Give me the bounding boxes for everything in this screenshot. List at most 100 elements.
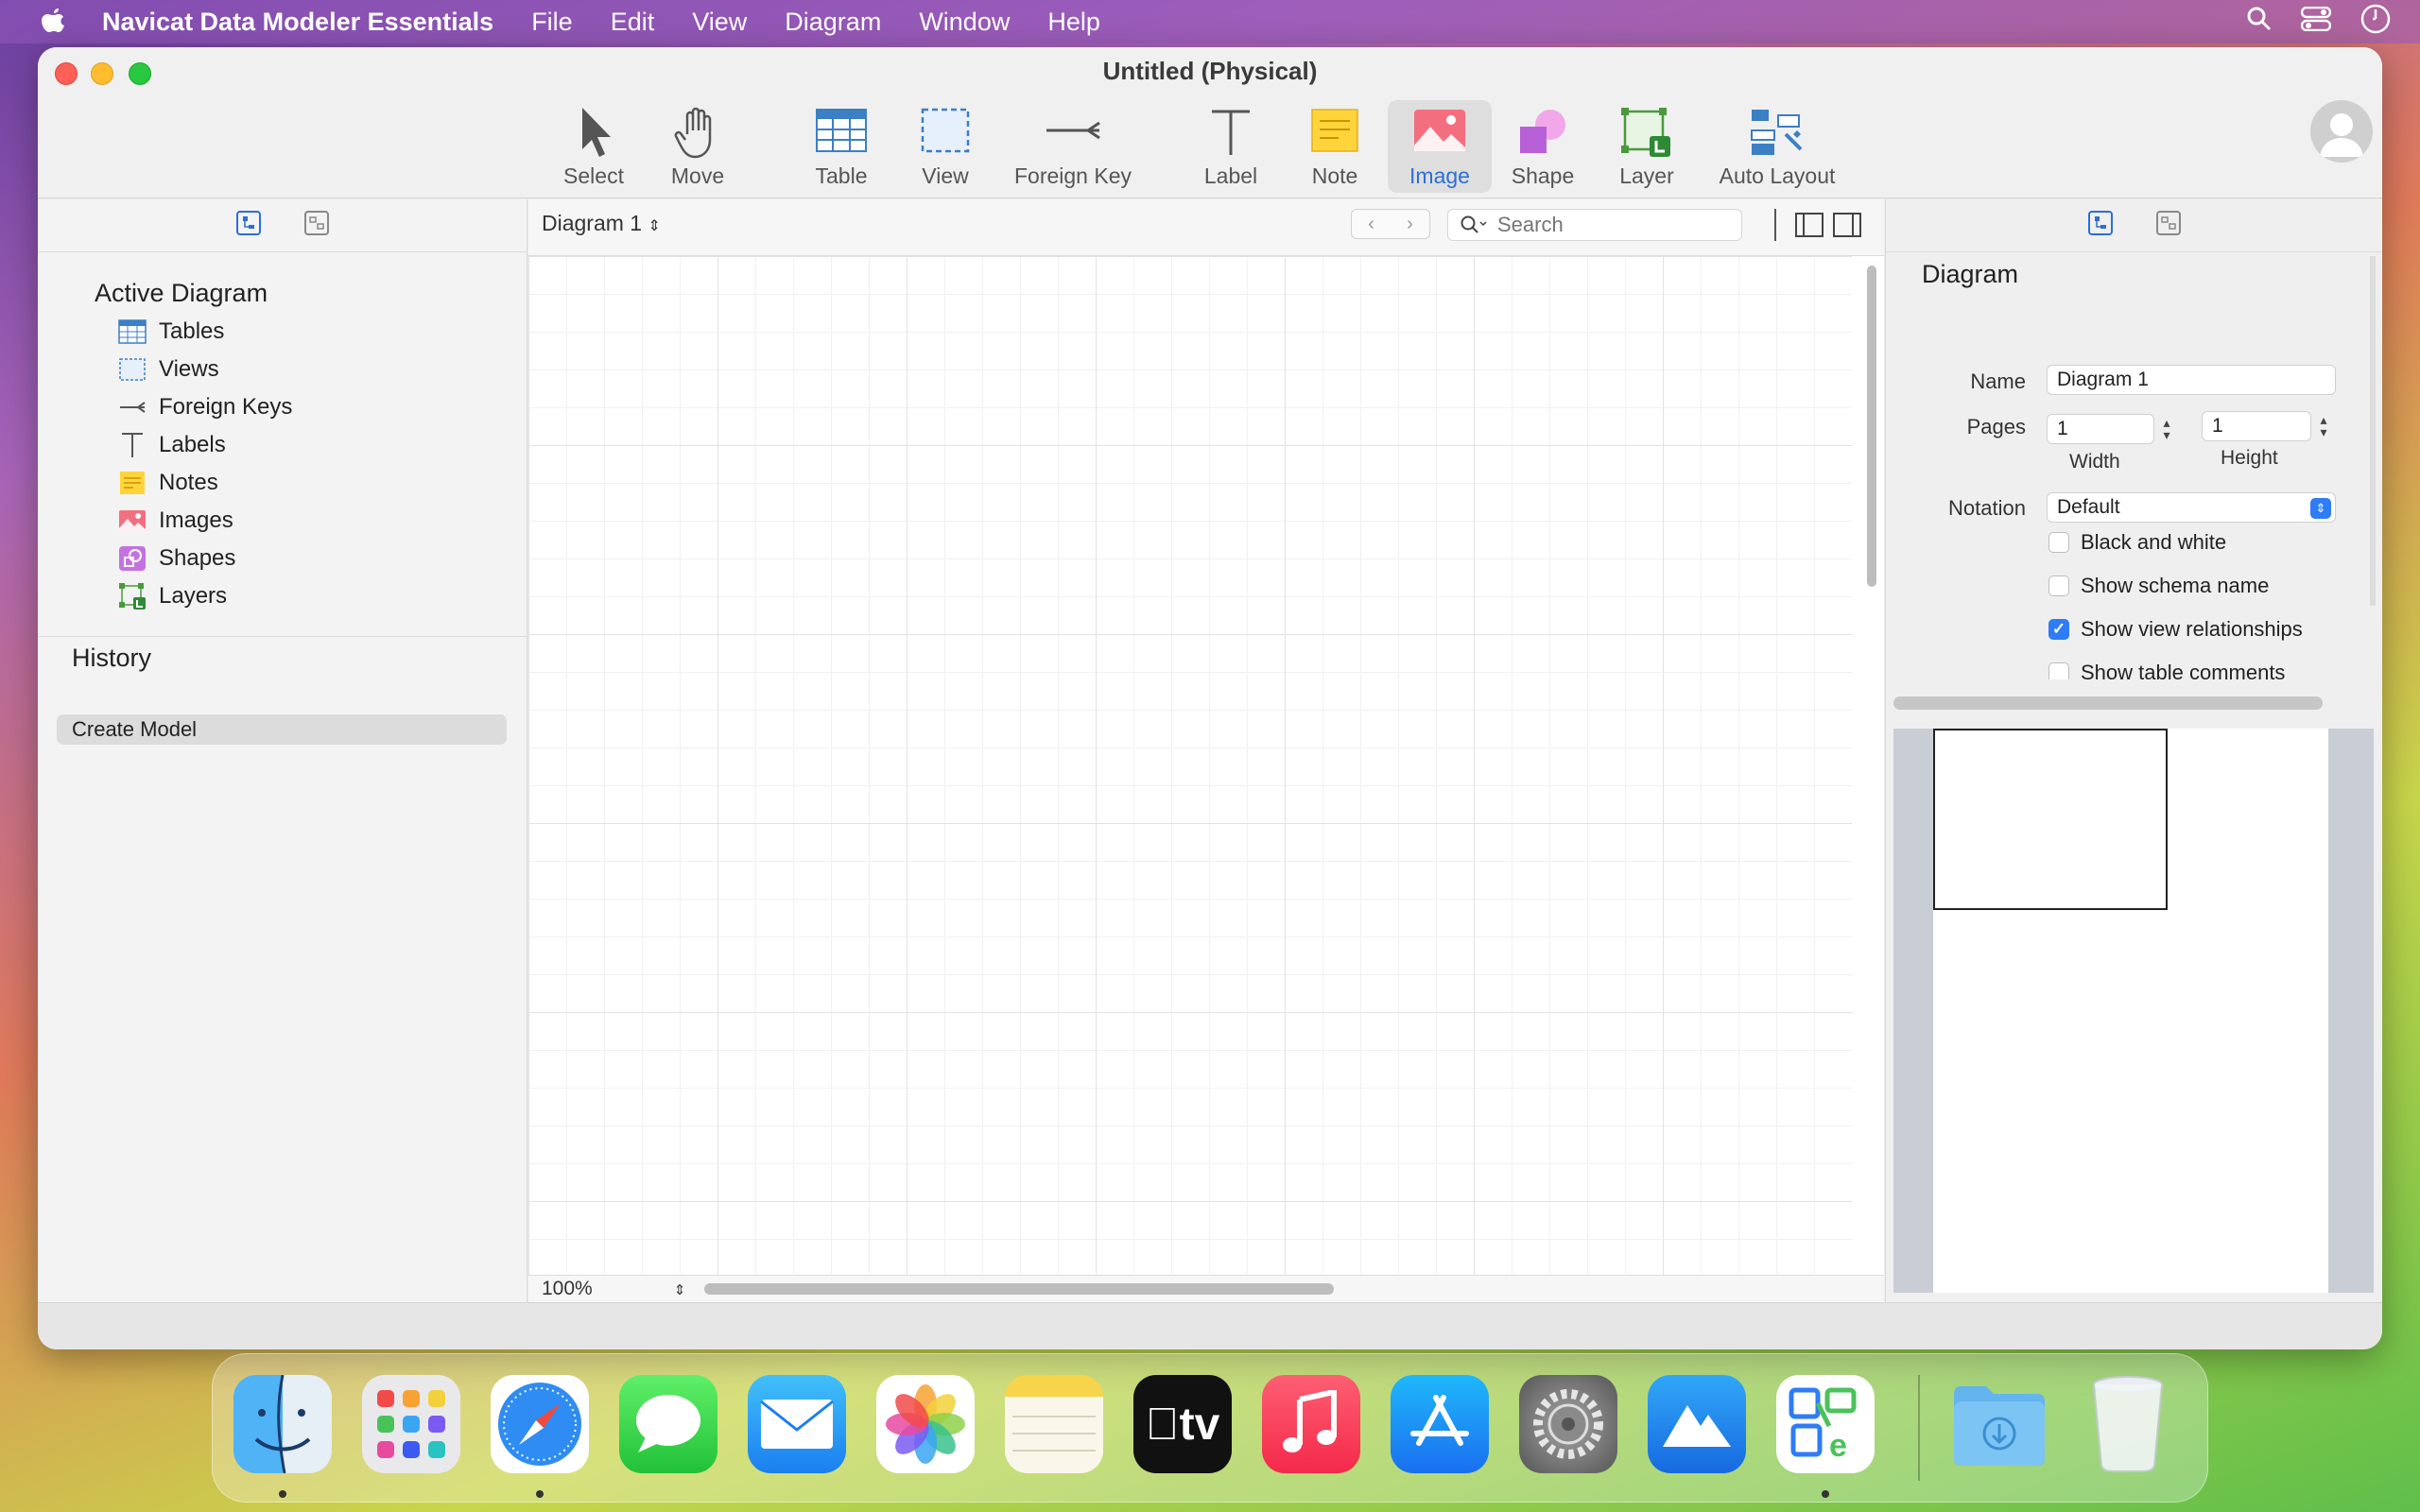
spotlight-search-icon[interactable] bbox=[2246, 6, 2273, 39]
toolbar-auto-layout-button[interactable]: Auto Layout bbox=[1711, 100, 1843, 193]
toolbar-layer-button[interactable]: Layer bbox=[1599, 100, 1694, 193]
dock-app-apple-tv[interactable]: tv bbox=[1133, 1375, 1232, 1473]
back-chevron-icon[interactable]: ‹ bbox=[1368, 214, 1374, 235]
menu-help[interactable]: Help bbox=[1047, 8, 1100, 37]
properties-tab-icon[interactable] bbox=[2087, 210, 2114, 241]
diagram-selector[interactable]: Diagram 1 ⇕ bbox=[542, 211, 661, 236]
diagram-list-tab-icon[interactable] bbox=[303, 210, 330, 241]
clipped-checkbox-row: Show table comments bbox=[1886, 659, 2382, 679]
canvas-vertical-scrollbar[interactable] bbox=[1867, 266, 1876, 587]
tree-item-shapes[interactable]: Shapes bbox=[117, 541, 235, 576]
toolbar-select-button[interactable]: Select bbox=[546, 100, 641, 193]
dock-app-photos[interactable] bbox=[876, 1375, 975, 1473]
dock-app-app-store[interactable] bbox=[1391, 1375, 1489, 1473]
checkbox-label: Black and white bbox=[2081, 530, 2227, 554]
tree-item-label: Shapes bbox=[159, 545, 236, 571]
toolbar-note-button[interactable]: Note bbox=[1288, 100, 1382, 193]
view-icon bbox=[117, 354, 147, 385]
properties-vertical-scrollbar[interactable] bbox=[2370, 256, 2376, 606]
overview-navigator[interactable] bbox=[1893, 729, 2374, 1293]
tree-item-notes[interactable]: Notes bbox=[117, 466, 218, 500]
separator bbox=[1774, 209, 1776, 241]
dock-app-mail[interactable] bbox=[748, 1375, 846, 1473]
toolbar-foreign-key-button[interactable]: Foreign Key bbox=[1002, 100, 1144, 193]
clock-icon[interactable] bbox=[2360, 3, 2392, 42]
show-schema-name-checkbox[interactable]: Show schema name bbox=[2048, 572, 2269, 600]
pages-height-field[interactable]: 1 bbox=[2202, 411, 2311, 441]
note-icon bbox=[117, 468, 147, 498]
tree-item-foreign-keys[interactable]: Foreign Keys bbox=[117, 390, 292, 424]
toggle-right-sidebar-icon[interactable] bbox=[1833, 213, 1861, 242]
pages-width-stepper[interactable]: ▴ ▾ bbox=[2158, 415, 2175, 443]
table-icon bbox=[117, 317, 147, 347]
menu-view[interactable]: View bbox=[692, 8, 747, 37]
menu-window[interactable]: Window bbox=[919, 8, 1010, 37]
dock-app-launchpad[interactable] bbox=[362, 1375, 460, 1473]
running-indicator bbox=[1822, 1490, 1829, 1498]
zoom-level-selector[interactable]: 100% ⇕ bbox=[542, 1278, 685, 1300]
dock-app-notes[interactable] bbox=[1005, 1375, 1103, 1473]
notation-select[interactable]: Default ⇕ bbox=[2047, 492, 2336, 523]
dock-app-safari[interactable] bbox=[491, 1375, 589, 1473]
diagram-selector-label: Diagram 1 bbox=[542, 211, 643, 235]
object-tree-tab-icon[interactable] bbox=[235, 210, 262, 241]
pages-width-field[interactable]: 1 bbox=[2047, 414, 2154, 444]
apple-tv-icon: tv bbox=[1146, 1399, 1220, 1451]
overview-tab-icon[interactable] bbox=[2155, 210, 2182, 241]
hand-icon bbox=[674, 107, 712, 159]
toolbar-label-button[interactable]: Label bbox=[1184, 100, 1278, 193]
toolbar-auto-layout-label: Auto Layout bbox=[1719, 163, 1836, 188]
user-avatar[interactable] bbox=[2310, 100, 2373, 163]
tree-item-views[interactable]: Views bbox=[117, 352, 219, 387]
overview-viewport-rectangle[interactable] bbox=[1933, 729, 2168, 910]
black-and-white-checkbox[interactable]: Black and white bbox=[2048, 528, 2226, 557]
tree-item-layers[interactable]: Layers bbox=[117, 579, 227, 613]
history-item[interactable]: Create Model bbox=[57, 714, 507, 745]
control-center-icon[interactable] bbox=[2300, 6, 2332, 38]
left-panel-tabs bbox=[38, 199, 527, 252]
diagram-editor: Diagram 1 ⇕ ‹ › 100% ⇕ bbox=[528, 199, 1884, 1303]
toolbar-table-button[interactable]: Table bbox=[794, 100, 889, 193]
show-view-relationships-checkbox[interactable]: ✓ Show view relationships bbox=[2048, 615, 2303, 644]
toggle-left-sidebar-icon[interactable] bbox=[1795, 213, 1824, 242]
dock-app-messages[interactable] bbox=[619, 1375, 717, 1473]
tree-item-images[interactable]: Images bbox=[117, 504, 233, 538]
pages-label: Pages bbox=[1966, 415, 2026, 438]
menu-file[interactable]: File bbox=[531, 8, 573, 37]
dock-downloads-folder[interactable] bbox=[1950, 1375, 2048, 1473]
downloads-folder-icon bbox=[1954, 1386, 2045, 1466]
tree-item-label: Notes bbox=[159, 470, 218, 495]
right-panel-tabs bbox=[1886, 199, 2382, 252]
toolbar-note-label: Note bbox=[1311, 163, 1358, 188]
menu-bar: Navicat Data Modeler Essentials File Edi… bbox=[0, 0, 2420, 43]
canvas-horizontal-scrollbar[interactable] bbox=[704, 1283, 1334, 1295]
menu-diagram[interactable]: Diagram bbox=[785, 8, 881, 37]
toolbar-image-button[interactable]: Image bbox=[1388, 100, 1492, 193]
panel-divider[interactable] bbox=[38, 636, 527, 637]
dock-app-music[interactable] bbox=[1262, 1375, 1360, 1473]
dock-app-finder[interactable] bbox=[233, 1375, 332, 1473]
properties-horizontal-scrollbar[interactable] bbox=[1893, 696, 2323, 710]
app-name-menu[interactable]: Navicat Data Modeler Essentials bbox=[102, 8, 493, 37]
dock-app-system-settings[interactable] bbox=[1519, 1375, 1617, 1473]
checkbox-box bbox=[2048, 532, 2069, 553]
forward-chevron-icon[interactable]: › bbox=[1407, 214, 1413, 235]
dock-app-navicat[interactable] bbox=[1648, 1375, 1746, 1473]
pages-height-stepper[interactable]: ▴ ▾ bbox=[2315, 412, 2332, 440]
pages-width-value: 1 bbox=[2057, 418, 2068, 439]
tree-item-labels[interactable]: Labels bbox=[117, 428, 226, 462]
dock-app-navicat-data-modeler[interactable]: e bbox=[1776, 1375, 1875, 1473]
menu-edit[interactable]: Edit bbox=[611, 8, 655, 37]
canvas-search-field[interactable] bbox=[1447, 209, 1742, 241]
search-input[interactable] bbox=[1497, 213, 1724, 237]
toolbar-shape-button[interactable]: Shape bbox=[1495, 100, 1590, 193]
diagram-name-field[interactable]: Diagram 1 bbox=[2047, 365, 2336, 395]
toolbar-view-button[interactable]: View bbox=[898, 100, 993, 193]
diagram-canvas[interactable] bbox=[528, 256, 1852, 1275]
text-label-icon bbox=[117, 430, 147, 460]
tree-item-tables[interactable]: Tables bbox=[117, 315, 224, 349]
show-table-comments-checkbox[interactable]: Show table comments bbox=[2048, 659, 2285, 679]
dock-trash[interactable] bbox=[2079, 1375, 2177, 1473]
apple-icon[interactable] bbox=[34, 0, 74, 43]
toolbar-move-button[interactable]: Move bbox=[650, 100, 745, 193]
